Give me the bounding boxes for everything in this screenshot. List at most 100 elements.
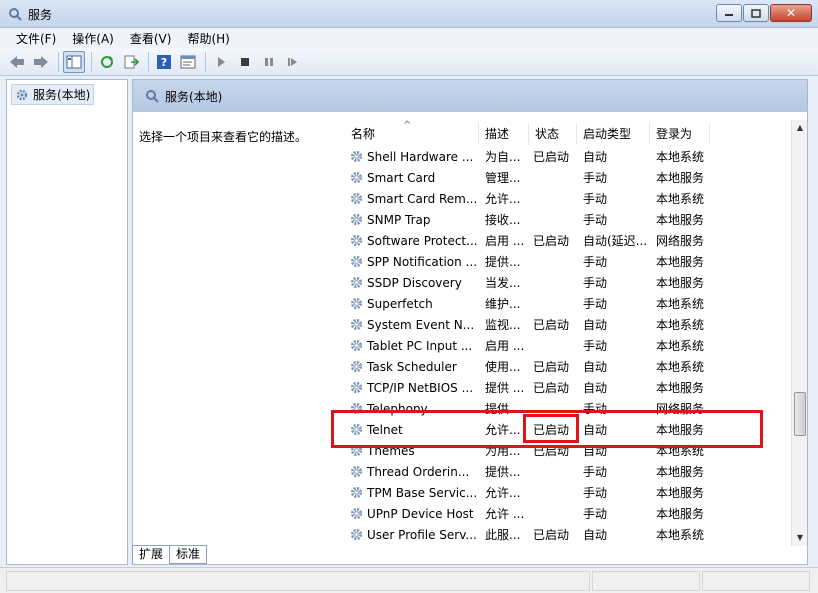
service-row[interactable]: Tablet PC Input ... 启用 ... 手动 本地系统 (345, 335, 791, 356)
service-row[interactable]: TCP/IP NetBIOS ... 提供 ... 已启动 自动 本地服务 (345, 377, 791, 398)
tab-extended[interactable]: 扩展 (132, 545, 171, 564)
column-header-name[interactable]: 名称 (345, 120, 479, 145)
view-tabs: 扩展 标准 (132, 544, 208, 564)
service-row[interactable]: System Event N... 监视... 已启动 自动 本地系统 (345, 314, 791, 335)
status-segment (592, 571, 700, 591)
service-row[interactable]: Smart Card Rem... 允许... 手动 本地系统 (345, 188, 791, 209)
service-logon-as: 本地系统 (656, 339, 705, 353)
service-startup-type: 手动 (583, 213, 608, 227)
help-button[interactable]: ? (153, 51, 175, 73)
service-logon-as: 本地系统 (656, 297, 705, 311)
service-description: 提供... (485, 465, 521, 479)
service-name: Superfetch (367, 296, 433, 311)
column-header-startup-type[interactable]: 启动类型 (577, 123, 650, 145)
back-button[interactable] (6, 51, 28, 73)
forward-button[interactable] (30, 51, 52, 73)
scroll-down-icon[interactable]: ▼ (792, 530, 807, 546)
service-description: 为自... (485, 150, 521, 164)
show-tree-button[interactable] (63, 50, 85, 73)
gear-icon (350, 465, 363, 478)
service-status: 已启动 (533, 150, 570, 164)
gear-icon (350, 339, 363, 352)
menu-file[interactable]: 文件(F) (8, 30, 64, 47)
stop-icon (241, 57, 249, 66)
service-row[interactable]: Thread Orderin... 提供... 手动 本地服务 (345, 461, 791, 482)
restart-service-button[interactable] (282, 51, 304, 73)
service-logon-as: 本地服务 (656, 213, 705, 227)
service-name: Software Protect... (367, 233, 478, 248)
service-row[interactable]: SSDP Discovery 当发... 手动 本地服务 (345, 272, 791, 293)
close-button[interactable]: ✕ (770, 4, 812, 22)
column-header-status[interactable]: 状态 (529, 123, 577, 145)
service-row[interactable]: Smart Card 管理... 手动 本地服务 (345, 167, 791, 188)
pause-service-button[interactable] (258, 51, 280, 73)
menu-bar: 文件(F) 操作(A) 查看(V) 帮助(H) (0, 28, 818, 48)
service-description: 启用 ... (485, 339, 525, 353)
service-description: 当发... (485, 276, 521, 290)
tree-item-label: 服务(本地) (33, 88, 91, 102)
service-row[interactable]: Software Protect... 启用 ... 已启动 自动(延迟... 网络服务 (345, 230, 791, 251)
service-logon-as: 本地系统 (656, 150, 705, 164)
service-row[interactable]: User Profile Serv... 此服... 已启动 自动 本地系统 (345, 524, 791, 545)
service-logon-as: 本地服务 (656, 171, 705, 185)
column-header-description[interactable]: 描述 (479, 123, 529, 145)
service-name-cell: Shell Hardware ... (345, 149, 479, 164)
service-description: 维护... (485, 297, 521, 311)
properties-button[interactable] (177, 51, 199, 73)
status-segment (702, 571, 810, 591)
refresh-icon (101, 55, 113, 68)
gear-icon (350, 360, 363, 373)
service-logon-as: 本地服务 (656, 465, 705, 479)
export-button[interactable] (120, 51, 142, 73)
menu-action[interactable]: 操作(A) (64, 30, 122, 47)
service-name-cell: Task Scheduler (345, 359, 479, 374)
service-description: 提供 ... (485, 381, 525, 395)
menu-help[interactable]: 帮助(H) (179, 30, 237, 47)
service-startup-type: 自动 (583, 528, 608, 542)
tab-standard[interactable]: 标准 (169, 545, 208, 564)
minimize-icon (725, 14, 733, 16)
minimize-button[interactable] (716, 4, 742, 22)
gear-icon (350, 318, 363, 331)
scroll-up-icon[interactable]: ▲ (792, 120, 807, 136)
service-startup-type: 手动 (583, 171, 608, 185)
description-hint: 选择一个项目来查看它的描述。 (139, 130, 308, 144)
service-row[interactable]: Task Scheduler 使用... 已启动 自动 本地系统 (345, 356, 791, 377)
console-tree: 服务(本地) (6, 79, 128, 565)
menu-view[interactable]: 查看(V) (122, 30, 180, 47)
service-description: 管理... (485, 171, 521, 185)
services-icon (9, 8, 22, 21)
gear-icon (350, 213, 363, 226)
service-name-cell: Smart Card (345, 170, 479, 185)
start-service-button[interactable] (210, 51, 232, 73)
service-name: Shell Hardware ... (367, 149, 474, 164)
service-row[interactable]: Shell Hardware ... 为自... 已启动 自动 本地系统 (345, 146, 791, 167)
status-bar (0, 567, 818, 593)
service-row[interactable]: UPnP Device Host 允许 ... 手动 本地服务 (345, 503, 791, 524)
vertical-scrollbar[interactable]: ▲ ▼ (791, 120, 807, 546)
service-description: 允许... (485, 192, 521, 206)
service-status: 已启动 (533, 318, 570, 332)
service-row[interactable]: Superfetch 维护... 手动 本地系统 (345, 293, 791, 314)
service-name-cell: Software Protect... (345, 233, 479, 248)
title-bar: 服务 ✕ (0, 0, 818, 28)
service-startup-type: 自动 (583, 381, 608, 395)
service-logon-as: 本地系统 (656, 528, 705, 542)
service-row[interactable]: SPP Notification ... 提供... 手动 本地服务 (345, 251, 791, 272)
tree-item-services-local[interactable]: 服务(本地) (11, 84, 95, 105)
service-name: TPM Base Servic... (367, 485, 478, 500)
stop-service-button[interactable] (234, 51, 256, 73)
service-name-cell: Smart Card Rem... (345, 191, 479, 206)
maximize-button[interactable] (743, 4, 769, 22)
service-row[interactable]: TPM Base Servic... 允许... 手动 本地服务 (345, 482, 791, 503)
column-header-logon-as[interactable]: 登录为 (650, 123, 710, 145)
service-row[interactable]: SNMP Trap 接收... 手动 本地服务 (345, 209, 791, 230)
service-rows: Shell Hardware ... 为自... 已启动 自动 本地系统 Smart Ca… (345, 146, 791, 545)
refresh-button[interactable] (96, 51, 118, 73)
service-name: Smart Card Rem... (367, 191, 478, 206)
restart-icon (288, 57, 297, 66)
services-icon (16, 89, 28, 100)
service-name: User Profile Serv... (367, 527, 477, 542)
scrollbar-thumb[interactable] (794, 392, 806, 436)
help-icon: ? (157, 54, 171, 69)
